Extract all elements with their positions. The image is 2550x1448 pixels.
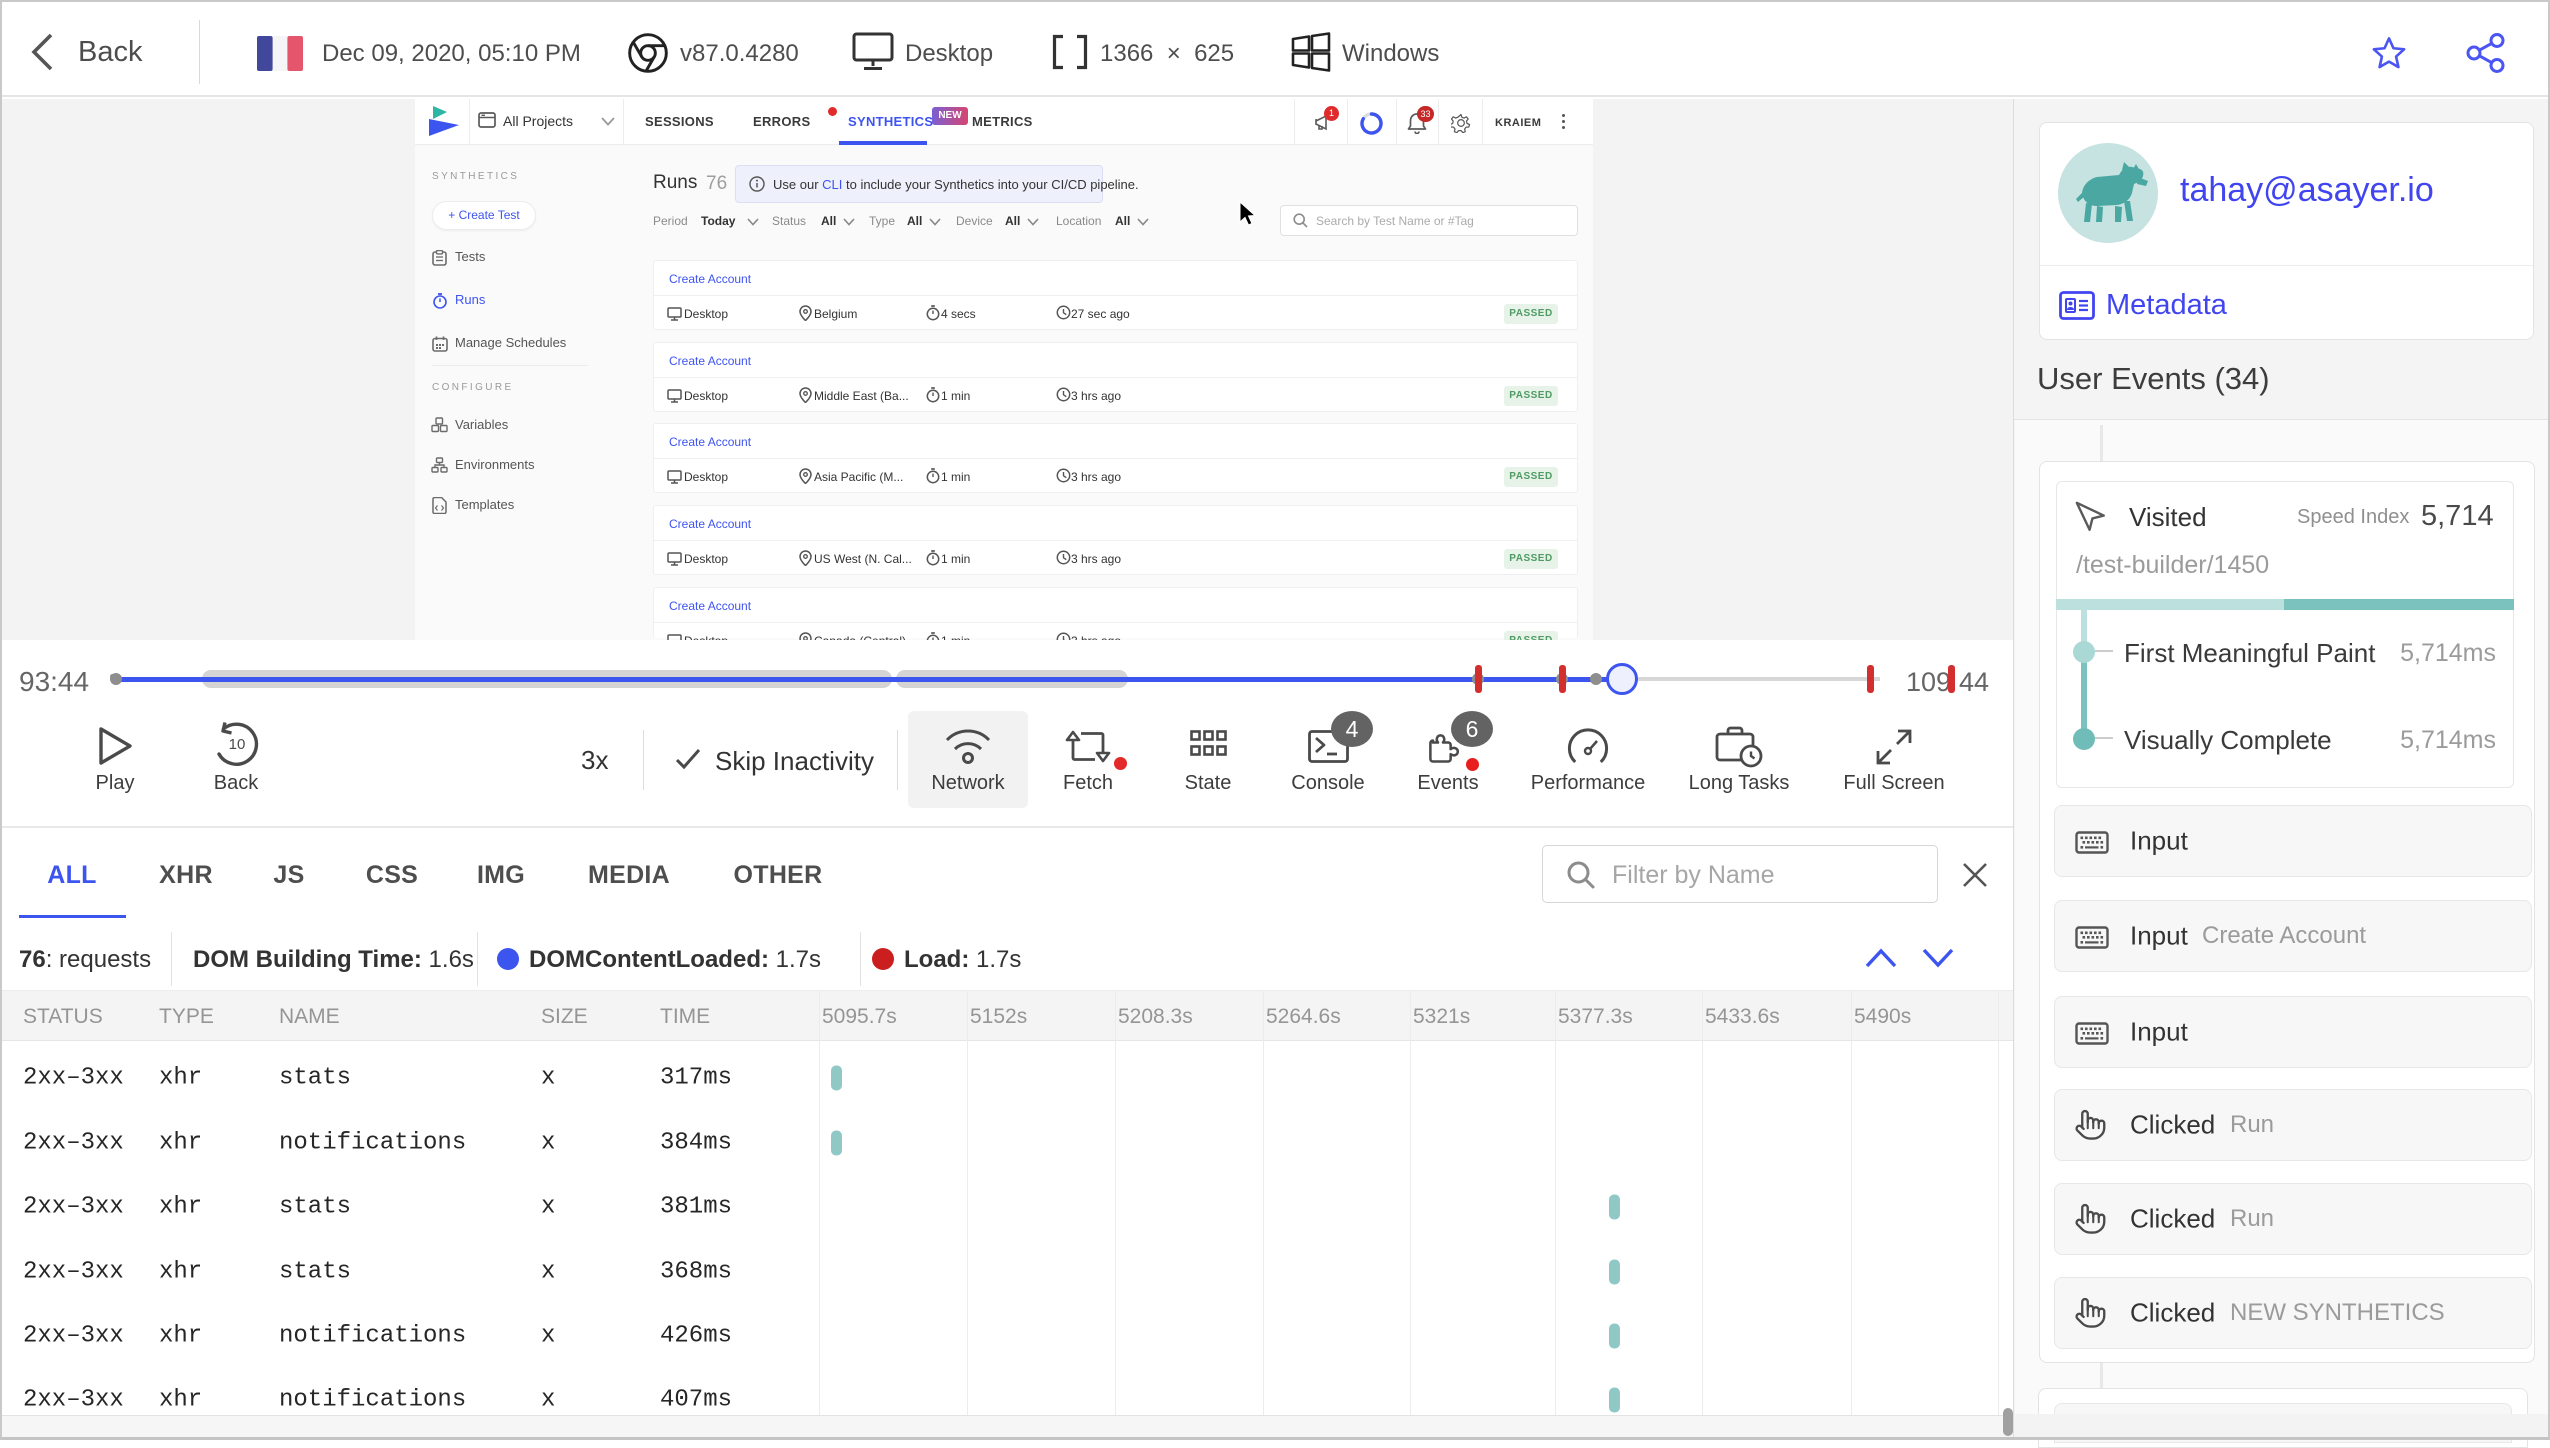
svg-text:10: 10 (229, 736, 246, 753)
